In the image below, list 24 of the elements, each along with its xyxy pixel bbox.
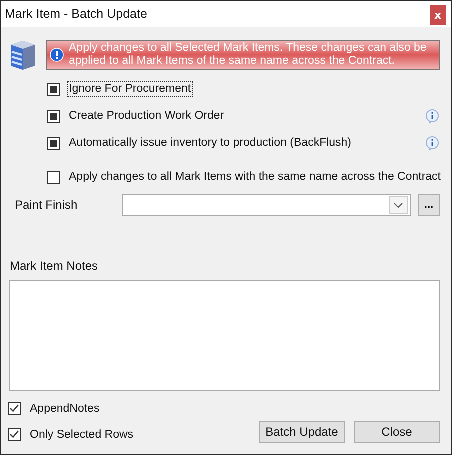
close-dialog-button[interactable]: Close xyxy=(354,421,440,443)
field-label: Paint Finish xyxy=(14,198,79,212)
notes-field[interactable] xyxy=(9,280,440,391)
field-label: Mark Item Notes xyxy=(10,259,100,273)
database-icon xyxy=(8,39,38,71)
checkbox[interactable] xyxy=(8,402,21,415)
checkbox-label: Apply changes to all Mark Items with the same name across the Contract xyxy=(68,170,442,185)
checkbox-label: Create Production Work Order xyxy=(68,109,226,124)
checkbox-label: Automatically issue inventory to production (BackFlush) xyxy=(68,136,353,151)
checkbox-label: Ignore For Procurement xyxy=(67,81,194,97)
checkbox[interactable] xyxy=(8,428,21,441)
window-title: Mark Item - Batch Update xyxy=(5,7,148,21)
chevron-down-icon xyxy=(394,202,403,208)
checkbox[interactable] xyxy=(47,110,60,122)
alert-icon xyxy=(50,48,64,62)
checkbox-label: Only Selected Rows xyxy=(29,428,135,442)
checkbox[interactable] xyxy=(47,136,60,150)
checkbox[interactable] xyxy=(47,170,60,184)
checkbox[interactable] xyxy=(47,82,60,96)
browse-button[interactable]: ... xyxy=(418,194,440,216)
window-close-button[interactable]: x xyxy=(430,5,446,25)
checkbox-label: AppendNotes xyxy=(29,402,101,416)
batch-update-button[interactable]: Batch Update xyxy=(259,421,345,443)
alert-message: Apply changes to all Selected Mark Items. These changes can also be applied to all Mark Items of the same name across the Contract. xyxy=(69,42,428,68)
